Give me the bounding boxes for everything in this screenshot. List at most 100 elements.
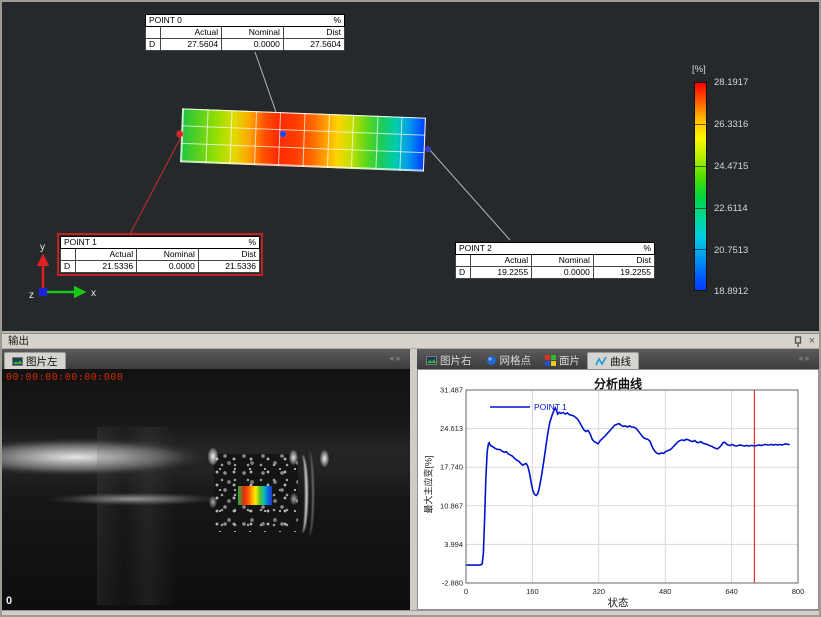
image-icon: [12, 356, 23, 367]
tab-curves[interactable]: 曲线: [587, 352, 639, 369]
specimen-mesh-grid: [180, 108, 426, 171]
point2-annotation-table[interactable]: POINT 2% ActualNominalDist D19.22550.000…: [455, 242, 655, 279]
annotation-unit: %: [593, 243, 654, 255]
y-tick-label: -2.880: [442, 579, 463, 588]
output-panel-title: 输出: [8, 335, 29, 347]
specimen-strain-map[interactable]: [180, 108, 426, 171]
y-tick-label: 17.740: [440, 463, 463, 472]
3d-viewport[interactable]: POINT 0% ActualNominalDist D27.56040.000…: [2, 2, 819, 331]
application-window: POINT 0% ActualNominalDist D27.56040.000…: [0, 0, 821, 617]
image-icon: [426, 355, 437, 366]
y-tick-label: 10.867: [440, 501, 463, 510]
highlight-blob: [320, 450, 329, 467]
x-tick-label: 320: [593, 587, 606, 596]
strain-overlay-patch: [238, 486, 272, 505]
col-header: Actual: [161, 27, 222, 39]
legend-value: 18.8912: [714, 286, 794, 297]
legend-value: 24.4715: [714, 161, 794, 172]
coordinate-triad: y x z: [18, 240, 102, 312]
tab-scroll-arrows[interactable]: ◂▸: [798, 353, 813, 364]
facet-icon: [545, 355, 556, 366]
col-header: Dist: [593, 255, 654, 267]
x-tick-label: 160: [526, 587, 539, 596]
highlight-blob: [209, 496, 217, 508]
point2-marker[interactable]: [425, 146, 431, 152]
col-header: Dist: [283, 27, 344, 39]
legend-value: 28.1917: [714, 77, 794, 88]
color-scale-legend: [%] 28.1917 26.3316 24.4715 22.6114 20.7…: [690, 64, 800, 79]
tab-image-right[interactable]: 图片右: [419, 352, 479, 369]
legend-series-name: POINT 1: [534, 402, 567, 412]
analysis-chart-panel[interactable]: 分析曲线 最大主应变[%] 状态 016032048064080031.4872…: [417, 369, 819, 610]
y-tick-label: 31.487: [440, 386, 463, 395]
left-image-panel: 图片左 ◂▸ 00:00:00:00:00:000 0: [2, 349, 410, 610]
legend-value: 20.7513: [714, 245, 794, 256]
z-axis-origin: [39, 288, 47, 296]
y-tick-label: 24.613: [440, 424, 463, 433]
tab-facets[interactable]: 面片: [538, 352, 587, 369]
close-icon[interactable]: ×: [809, 335, 815, 348]
video-timestamp: 00:00:00:00:00:000: [6, 372, 123, 383]
curve-icon: [595, 356, 607, 367]
annotation-title: POINT 0: [146, 15, 284, 27]
right-panel-tabbar: 图片右 网格点 面片 曲线 ◂▸: [417, 349, 819, 369]
point0-marker[interactable]: [280, 131, 286, 137]
col-header: Nominal: [532, 255, 594, 267]
tab-label: 曲线: [610, 354, 631, 369]
highlight-blob: [289, 450, 298, 465]
dist-value: 21.5336: [198, 261, 259, 273]
reflection-arc: [304, 452, 314, 536]
pin-icon[interactable]: [793, 336, 803, 348]
x-tick-label: 800: [792, 587, 805, 596]
output-panel-header: 输出 ×: [2, 333, 819, 349]
tab-grid-points[interactable]: 网格点: [479, 352, 539, 369]
row-label: D: [456, 267, 471, 279]
camera-image-left[interactable]: 00:00:00:00:00:000 0: [2, 369, 410, 610]
legend-value: 22.6114: [714, 203, 794, 214]
panel-splitter[interactable]: [410, 349, 417, 610]
x-axis-label: x: [91, 288, 96, 299]
annotation-unit: %: [198, 237, 259, 249]
tab-label: 图片右: [440, 353, 472, 368]
frame-counter: 0: [6, 595, 12, 607]
nominal-value: 0.0000: [532, 267, 594, 279]
tab-label: 网格点: [500, 353, 532, 368]
y-axis-label: y: [40, 242, 45, 253]
x-tick-label: 480: [659, 587, 672, 596]
dist-value: 27.5604: [283, 39, 344, 51]
actual-value: 27.5604: [161, 39, 222, 51]
grid-point-icon: [486, 355, 497, 366]
legend-unit-label: [%]: [692, 64, 800, 75]
z-axis-label: z: [29, 290, 34, 301]
highlight-blob: [208, 448, 218, 465]
series-line: [466, 408, 790, 565]
col-header: Dist: [198, 249, 259, 261]
bottom-dock: 图片左 ◂▸ 00:00:00:00:00:000 0: [2, 349, 819, 610]
x-tick-label: 0: [464, 587, 468, 596]
col-header: Nominal: [222, 27, 284, 39]
left-panel-tabbar: 图片左 ◂▸: [2, 349, 410, 369]
annotation-unit: %: [283, 15, 344, 27]
nominal-value: 0.0000: [137, 261, 199, 273]
actual-value: 19.2255: [471, 267, 532, 279]
analysis-chart[interactable]: 0 160 320 480 640 800 31.487 24.613 17.740 10.867…: [418, 370, 818, 609]
tab-label: 图片左: [26, 354, 58, 369]
point0-annotation-table[interactable]: POINT 0% ActualNominalDist D27.56040.000…: [145, 14, 345, 51]
x-tick-label: 640: [725, 587, 738, 596]
dist-value: 19.2255: [593, 267, 654, 279]
tab-scroll-arrows[interactable]: ◂▸: [389, 353, 404, 364]
shaft-streaks: [97, 427, 175, 605]
y-tick-label: 3.994: [444, 540, 463, 549]
legend-value: 26.3316: [714, 119, 794, 130]
col-header: Actual: [471, 255, 532, 267]
col-header: Nominal: [137, 249, 199, 261]
row-label: D: [146, 39, 161, 51]
color-scale-bar: [694, 82, 707, 291]
nominal-value: 0.0000: [222, 39, 284, 51]
right-analysis-panel: 图片右 网格点 面片 曲线 ◂▸ 分析曲线 最大主应变[%]: [417, 349, 819, 610]
window-bottom-edge: [2, 610, 819, 617]
annotation-title: POINT 2: [456, 243, 594, 255]
point1-marker[interactable]: [177, 131, 183, 137]
tab-label: 面片: [559, 353, 580, 368]
tab-image-left[interactable]: 图片左: [4, 352, 66, 369]
